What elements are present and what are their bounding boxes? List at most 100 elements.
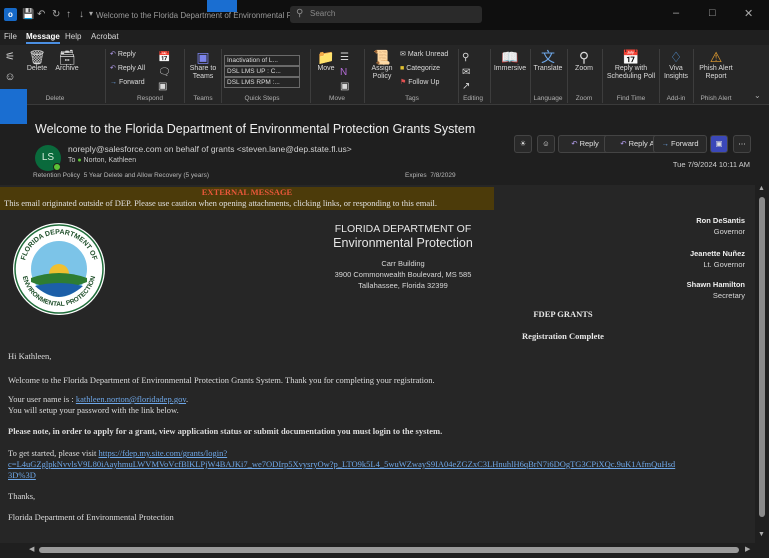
separator: [693, 49, 694, 103]
meeting-icon[interactable]: 📅: [158, 50, 170, 66]
forward-action-button[interactable]: → Forward: [653, 135, 707, 153]
group-tags: Tags: [405, 95, 419, 102]
viva-insights-icon: ♢: [669, 49, 683, 65]
login-link-end[interactable]: 3D%3D: [8, 470, 36, 480]
collapse-ribbon-icon[interactable]: ⌄: [754, 91, 761, 100]
address-line: Tallahassee, Florida 32399: [358, 281, 448, 290]
tab-message[interactable]: Message: [26, 32, 60, 44]
address-line: Carr Building: [381, 259, 425, 268]
ribbon-tabs: File Message Help Acrobat: [0, 30, 769, 44]
message-subject: Welcome to the Florida Department of Env…: [35, 122, 476, 136]
group-zoom: Zoom: [575, 95, 593, 102]
teams-icon: ▣: [196, 49, 210, 65]
forward-icon: →: [661, 139, 669, 148]
horizontal-scroll-thumb[interactable]: [39, 547, 739, 553]
message-header: Welcome to the Florida Department of Env…: [27, 107, 758, 185]
assign-policy-button[interactable]: 📜 Assign Policy: [367, 49, 397, 81]
official-name: Jeanette Nuñez: [689, 249, 745, 258]
thanks: Thanks,: [8, 491, 36, 501]
tab-acrobat[interactable]: Acrobat: [91, 32, 119, 41]
username-link[interactable]: kathleen.norton@floridadep.gov: [76, 394, 186, 404]
minimize-icon[interactable]: –: [673, 7, 679, 19]
forward-button[interactable]: → Forward: [110, 79, 145, 87]
sent-date: Tue 7/9/2024 10:11 AM: [672, 160, 750, 169]
official-title: Lt. Governor: [703, 260, 745, 269]
customize-icon[interactable]: ▾: [89, 9, 93, 18]
official-name: Ron DeSantis: [696, 216, 745, 225]
redo-icon[interactable]: ↻: [52, 9, 60, 20]
horizontal-scrollbar[interactable]: ◀ ▶: [27, 543, 769, 558]
login-link-continued[interactable]: c=L4uGZglpkNvvlsV9L80iAayhmuLWVMVoVcfBlK…: [8, 459, 675, 469]
reply-button[interactable]: ↶ Reply: [110, 51, 136, 59]
rules-icon[interactable]: ☰: [340, 50, 349, 66]
login-note: Please note, in order to apply for a gra…: [8, 426, 443, 436]
close-icon[interactable]: ✕: [744, 7, 753, 20]
highlight-icon[interactable]: ☀: [514, 135, 532, 153]
move-button[interactable]: 📁 Move: [312, 49, 340, 73]
login-link[interactable]: https://fdep.my.site.com/grants/login?: [99, 448, 228, 458]
separator: [105, 49, 106, 103]
tab-file[interactable]: File: [4, 32, 17, 41]
follow-up-button[interactable]: ⚑ Follow Up: [400, 79, 439, 87]
more-respond-icon[interactable]: ▣: [158, 79, 167, 95]
up-arrow-icon[interactable]: ↑: [66, 9, 71, 20]
vertical-scroll-thumb[interactable]: [759, 197, 765, 517]
scroll-down-icon[interactable]: ▼: [758, 531, 765, 538]
select-icon[interactable]: ↗: [462, 79, 470, 95]
trash-icon: 🗑: [28, 49, 46, 65]
more-actions-icon[interactable]: ⋯: [733, 135, 751, 153]
mark-unread-button[interactable]: ✉ Mark Unread: [400, 51, 448, 59]
scroll-left-icon[interactable]: ◀: [29, 545, 34, 553]
password-line: You will setup your password with the li…: [8, 405, 179, 415]
vertical-scrollbar[interactable]: ▲ ▼: [755, 185, 769, 543]
quick-step-item[interactable]: DSL LMS RPM :...: [224, 77, 300, 88]
quick-step-item[interactable]: Inactivation of L...: [224, 55, 300, 66]
scroll-right-icon[interactable]: ▶: [745, 545, 750, 553]
tab-help[interactable]: Help: [65, 32, 81, 41]
registration-heading: Registration Complete: [522, 331, 604, 341]
immersive-reader-button[interactable]: 📖 Immersive: [492, 49, 528, 73]
grants-heading: FDEP GRANTS: [533, 309, 593, 319]
signature: Florida Department of Environmental Prot…: [8, 512, 174, 522]
sender[interactable]: noreply@salesforce.com on behalf of gran…: [68, 144, 352, 154]
search-input[interactable]: ⚲ Search: [290, 6, 482, 23]
dep-name-line1: FLORIDA DEPARTMENT OF: [334, 223, 472, 235]
reply-with-scheduling-poll-button[interactable]: 📅 Reply with Scheduling Poll: [604, 49, 658, 81]
junk-icon[interactable]: ☺: [3, 69, 17, 85]
save-icon[interactable]: 💾: [22, 9, 34, 20]
undo-icon[interactable]: ↶: [37, 9, 45, 20]
zoom-button[interactable]: ⚲ Zoom: [569, 49, 599, 73]
find-icon[interactable]: ⚲: [462, 50, 469, 66]
delete-button[interactable]: 🗑 Delete: [22, 49, 52, 73]
separator: [567, 49, 568, 103]
recipient-name[interactable]: Norton, Kathleen: [84, 157, 137, 164]
viva-insights-button[interactable]: ♢ Viva Insights: [661, 49, 691, 81]
quick-step-item[interactable]: DSL LMS UP : C...: [224, 66, 300, 77]
reply-all-button[interactable]: ↶ Reply All: [110, 65, 145, 73]
scheduling-poll-icon: 📅: [622, 49, 640, 65]
presence-icon: ●: [77, 157, 82, 164]
accent-block: [0, 89, 27, 124]
scroll-up-icon[interactable]: ▲: [758, 185, 765, 192]
down-arrow-icon[interactable]: ↓: [79, 9, 84, 20]
emoji-icon[interactable]: ☺: [537, 135, 555, 153]
actions-icon[interactable]: ▣: [340, 79, 349, 95]
separator: [364, 49, 365, 103]
reply-all-icon: ↶: [620, 139, 627, 148]
translate-icon: 文: [541, 49, 555, 65]
address-line: 3900 Commonwealth Boulevard, MS 585: [334, 270, 472, 279]
translate-button[interactable]: 文 Translate: [532, 49, 564, 73]
avatar: LS: [35, 145, 61, 171]
teams-share-icon[interactable]: ▣: [710, 135, 728, 153]
maximize-icon[interactable]: □: [709, 7, 716, 19]
share-to-teams-button[interactable]: ▣ Share to Teams: [187, 49, 219, 81]
group-phish-alert: Phish Alert: [700, 95, 732, 102]
categorize-button[interactable]: ■ Categorize: [400, 65, 440, 73]
retention-policy: Retention Policy 5 Year Delete and Allow…: [33, 172, 209, 179]
archive-icon: 🗃: [58, 49, 76, 65]
dep-seal-logo: FLORIDA DEPARTMENT OF ENVIRONMENTAL PROT…: [13, 223, 105, 315]
phish-alert-button[interactable]: ⚠ Phish Alert Report: [695, 49, 737, 81]
ignore-icon[interactable]: ⚟: [3, 49, 17, 65]
archive-button[interactable]: 🗃 Archive: [52, 49, 82, 73]
separator: [184, 49, 185, 103]
